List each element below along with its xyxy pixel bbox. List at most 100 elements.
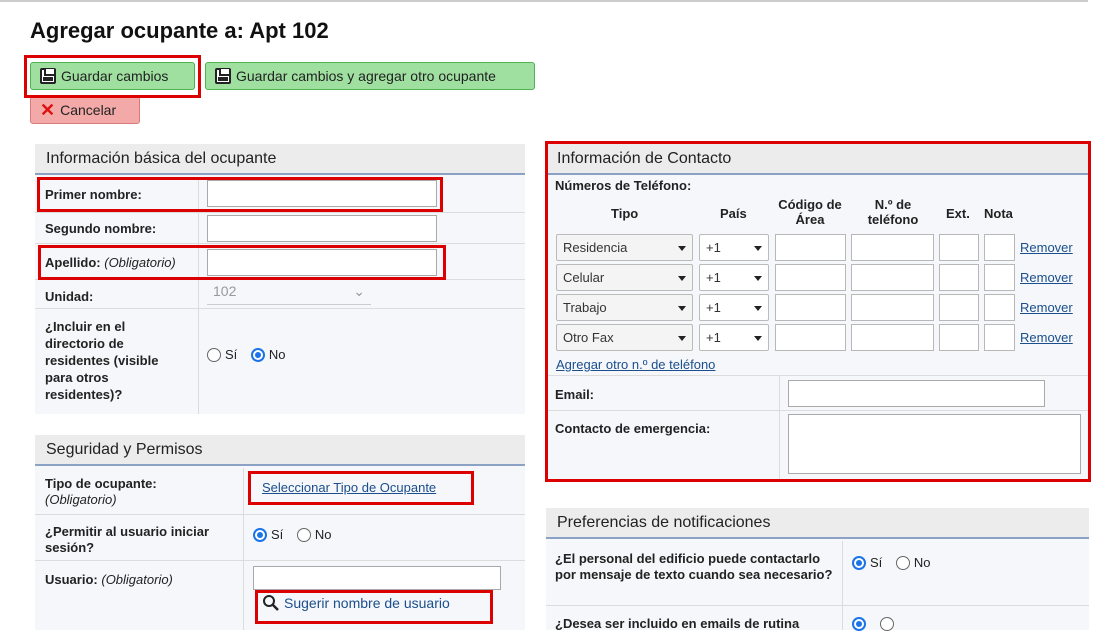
note-input[interactable] [984, 294, 1015, 321]
security-heading: Seguridad y Permisos [35, 435, 525, 466]
phone-country-select[interactable]: +1 [699, 294, 769, 321]
floppy-disk-icon [40, 68, 56, 84]
phone-type-value: Residencia [563, 240, 628, 255]
save-button-label: Guardar cambios [61, 68, 169, 84]
page-title: Agregar ocupante a: Apt 102 [30, 18, 329, 43]
username-row: Usuario: (Obligatorio) Sugerir nombre de… [35, 561, 525, 621]
allow-login-label: ¿Permitir al usuario iniciar sesión? [45, 524, 209, 555]
middle-name-label: Segundo nombre: [45, 221, 157, 236]
routine-emails-yes-radio[interactable] [852, 617, 866, 631]
username-label: Usuario: (Obligatorio) [45, 572, 173, 587]
required-note: (Obligatorio) [104, 255, 176, 270]
suggest-username-label: Sugerir nombre de usuario [284, 595, 450, 611]
phone-country-value: +1 [706, 270, 721, 285]
add-phone-link[interactable]: Agregar otro n.º de teléfono [556, 357, 715, 372]
top-divider [0, 0, 1088, 2]
login-yes-radio[interactable]: Sí [253, 527, 283, 542]
save-and-add-button[interactable]: Guardar cambios y agregar otro ocupante [205, 62, 535, 90]
unit-select-value: 102 [213, 283, 237, 299]
sms-yes-radio[interactable]: Sí [852, 555, 882, 570]
area-code-input[interactable] [775, 264, 846, 291]
save-and-add-button-label: Guardar cambios y agregar otro ocupante [236, 68, 496, 84]
first-name-input[interactable] [207, 180, 437, 207]
notifications-panel: Preferencias de notificaciones ¿El perso… [546, 508, 1089, 631]
middle-name-input[interactable] [207, 215, 437, 242]
caret-down-icon [754, 276, 762, 281]
phone-number-input[interactable] [851, 324, 934, 351]
first-name-row: Primer nombre: [35, 177, 525, 213]
chevron-down-icon: ⌄ [353, 283, 365, 299]
routine-emails-no-radio[interactable] [879, 617, 894, 631]
routine-emails-label: ¿Desea ser incluido en emails de rutina [555, 616, 800, 631]
note-input[interactable] [984, 234, 1015, 261]
phone-type-value: Trabajo [563, 300, 607, 315]
phone-number-input[interactable] [851, 234, 934, 261]
cancel-button[interactable]: ✕ Cancelar [30, 96, 140, 124]
phone-number-input[interactable] [851, 294, 934, 321]
note-input[interactable] [984, 324, 1015, 351]
remove-phone-link[interactable]: Remover [1020, 330, 1073, 345]
security-panel: Seguridad y Permisos Tipo de ocupante: (… [35, 435, 525, 630]
phone-type-value: Otro Fax [563, 330, 614, 345]
directory-yes-radio[interactable]: Sí [207, 347, 237, 362]
occupant-type-label: Tipo de ocupante: (Obligatorio) [45, 476, 157, 507]
directory-label: ¿Incluir en el directorio de residentes … [45, 319, 159, 402]
routine-emails-row: ¿Desea ser incluido en emails de rutina [546, 606, 1089, 636]
phone-country-value: +1 [706, 300, 721, 315]
occupant-type-row: Tipo de ocupante: (Obligatorio) Seleccio… [35, 468, 525, 515]
area-code-input[interactable] [775, 294, 846, 321]
caret-down-icon [678, 336, 686, 341]
col-ext: Ext. [946, 206, 970, 221]
unit-label: Unidad: [45, 289, 94, 304]
save-button[interactable]: Guardar cambios [30, 62, 195, 90]
phone-type-value: Celular [563, 270, 605, 285]
phone-country-value: +1 [706, 240, 721, 255]
sms-radio-group: Sí No [852, 555, 941, 573]
sms-no-radio[interactable]: No [895, 555, 931, 570]
floppy-disk-icon [215, 68, 231, 84]
last-name-input[interactable] [207, 249, 437, 276]
phone-country-select[interactable]: +1 [699, 324, 769, 351]
phone-row: Otro Fax +1 Remover [556, 324, 1081, 351]
select-occupant-type-link[interactable]: Seleccionar Tipo de Ocupante [262, 480, 436, 495]
phone-type-select[interactable]: Otro Fax [556, 324, 693, 351]
directory-no-radio[interactable]: No [250, 347, 286, 362]
middle-name-row: Segundo nombre: [35, 213, 525, 244]
remove-phone-link[interactable]: Remover [1020, 270, 1073, 285]
phone-type-select[interactable]: Celular [556, 264, 693, 291]
remove-phone-link[interactable]: Remover [1020, 240, 1073, 255]
col-country: País [720, 206, 747, 221]
area-code-input[interactable] [775, 324, 846, 351]
notifications-heading: Preferencias de notificaciones [546, 508, 1089, 539]
username-input[interactable] [253, 566, 501, 590]
emergency-contact-textarea[interactable] [788, 414, 1081, 474]
phone-country-value: +1 [706, 330, 721, 345]
caret-down-icon [678, 306, 686, 311]
phone-type-select[interactable]: Trabajo [556, 294, 693, 321]
cancel-button-label: Cancelar [60, 102, 117, 118]
ext-input[interactable] [939, 264, 979, 291]
phone-number-input[interactable] [851, 264, 934, 291]
caret-down-icon [754, 336, 762, 341]
phone-country-select[interactable]: +1 [699, 264, 769, 291]
email-label: Email: [555, 387, 595, 402]
phone-type-select[interactable]: Residencia [556, 234, 693, 261]
contact-panel: Información de Contacto Números de Teléf… [546, 144, 1089, 481]
phone-row: Trabajo +1 Remover [556, 294, 1081, 321]
last-name-label: Apellido: (Obligatorio) [45, 255, 176, 270]
ext-input[interactable] [939, 294, 979, 321]
caret-down-icon [678, 246, 686, 251]
area-code-input[interactable] [775, 234, 846, 261]
login-no-radio[interactable]: No [296, 527, 332, 542]
directory-radio-group: Sí No [207, 347, 296, 365]
col-note: Nota [984, 206, 1013, 221]
note-input[interactable] [984, 264, 1015, 291]
suggest-username-button[interactable]: Sugerir nombre de usuario [262, 594, 450, 612]
email-input[interactable] [788, 380, 1045, 407]
ext-input[interactable] [939, 234, 979, 261]
unit-select[interactable]: 102 ⌄ [207, 283, 371, 305]
remove-phone-link[interactable]: Remover [1020, 300, 1073, 315]
phone-country-select[interactable]: +1 [699, 234, 769, 261]
caret-down-icon [754, 246, 762, 251]
ext-input[interactable] [939, 324, 979, 351]
